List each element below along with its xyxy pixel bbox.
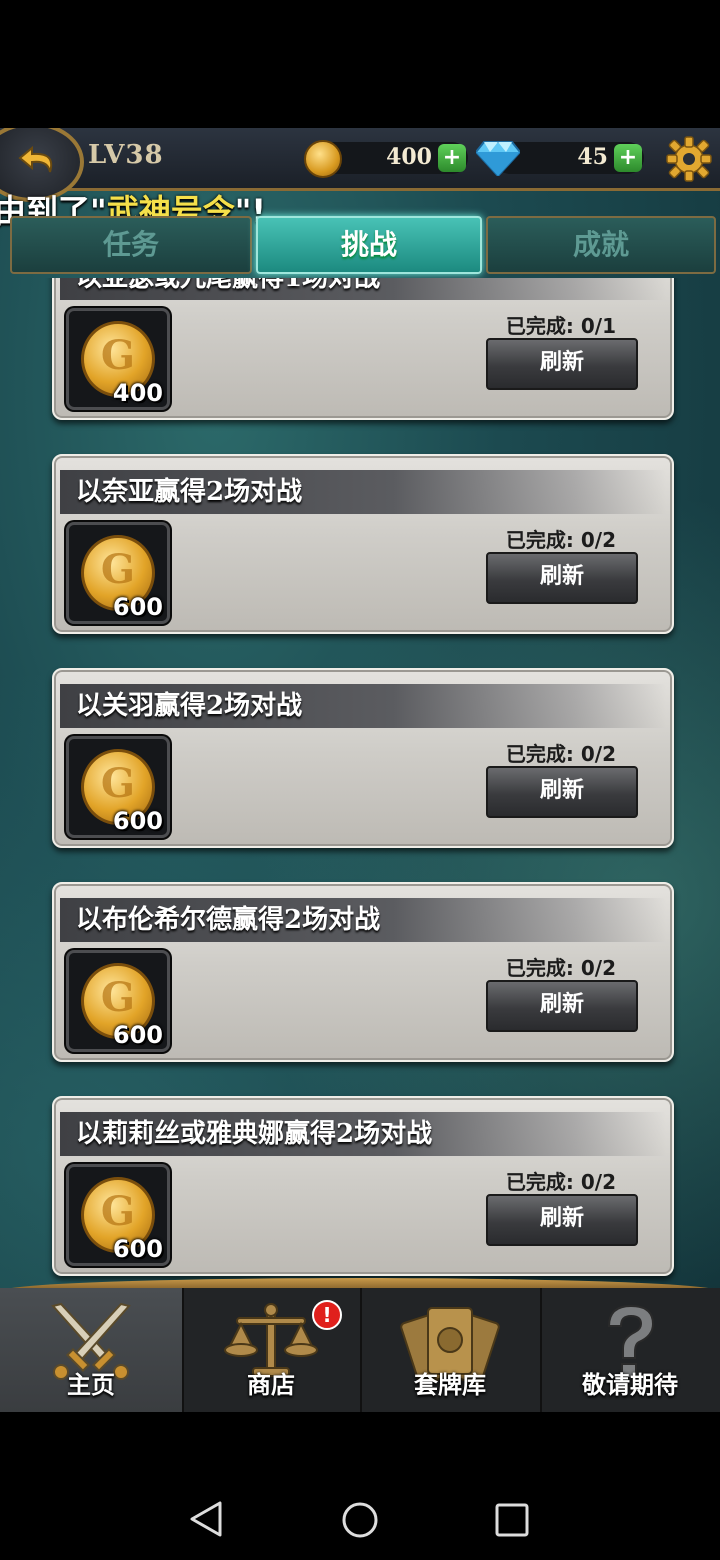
player-level: LV38	[88, 140, 164, 170]
nav-shop-label: 商店	[247, 1371, 295, 1399]
back-triangle-icon[interactable]	[188, 1500, 224, 1538]
nav-coming-soon-label: 敬请期待	[582, 1371, 678, 1399]
challenge-card: 以亚瑟或九尾赢得1场对战 400 已完成: 0/1 刷新	[52, 278, 674, 420]
tab-challenges[interactable]: 挑战	[256, 216, 482, 274]
nav-deck-label: 套牌库	[414, 1371, 486, 1399]
nav-home[interactable]: 主页	[0, 1288, 184, 1412]
challenge-card: 以莉莉丝或雅典娜赢得2场对战 600 已完成: 0/2 刷新	[52, 1096, 674, 1276]
nav-home-label: 主页	[67, 1371, 115, 1399]
challenge-card: 以关羽赢得2场对战 600 已完成: 0/2 刷新	[52, 668, 674, 848]
reward-amount: 600	[112, 593, 163, 621]
refresh-button[interactable]: 刷新	[486, 552, 638, 604]
nav-deck[interactable]: 套牌库	[360, 1288, 542, 1412]
reward-amount: 600	[112, 1021, 163, 1049]
challenge-card: 以布伦希尔德赢得2场对战 600 已完成: 0/2 刷新	[52, 882, 674, 1062]
challenge-title: 以布伦希尔德赢得2场对战	[60, 898, 666, 942]
reward-amount: 400	[112, 379, 163, 407]
reward-box: 600	[66, 522, 170, 624]
nav-shop[interactable]: ! 商店	[182, 1288, 362, 1412]
challenge-progress: 已完成: 0/1	[505, 314, 616, 338]
challenge-card: 以奈亚赢得2场对战 600 已完成: 0/2 刷新	[52, 454, 674, 634]
refresh-button[interactable]: 刷新	[486, 766, 638, 818]
challenge-progress: 已完成: 0/2	[505, 528, 616, 552]
reward-box: 600	[66, 1164, 170, 1266]
add-gold-button[interactable]: +	[438, 144, 466, 172]
home-circle-icon[interactable]	[340, 1500, 380, 1540]
reward-box: 600	[66, 736, 170, 838]
nav-coming-soon[interactable]: 敬请期待	[540, 1288, 720, 1412]
refresh-button[interactable]: 刷新	[486, 338, 638, 390]
challenge-title: 以莉莉丝或雅典娜赢得2场对战	[60, 1112, 666, 1156]
reward-box: 400	[66, 308, 170, 410]
tab-achievements[interactable]: 成就	[486, 216, 716, 274]
challenge-title: 以亚瑟或九尾赢得1场对战	[60, 278, 666, 300]
recents-square-icon[interactable]	[494, 1502, 530, 1538]
gold-coin-icon	[304, 140, 342, 178]
reward-box: 600	[66, 950, 170, 1052]
settings-gear-icon[interactable]	[666, 136, 712, 182]
gem-amount: 45	[577, 144, 608, 170]
refresh-button[interactable]: 刷新	[486, 1194, 638, 1246]
gold-amount: 400	[386, 144, 432, 170]
challenge-progress: 已完成: 0/2	[505, 742, 616, 766]
challenge-title: 以奈亚赢得2场对战	[60, 470, 666, 514]
reward-amount: 600	[112, 807, 163, 835]
challenge-progress: 已完成: 0/2	[505, 956, 616, 980]
back-arrow-icon	[18, 145, 53, 173]
challenge-progress: 已完成: 0/2	[505, 1170, 616, 1194]
system-nav-bar	[0, 1478, 720, 1560]
reward-amount: 600	[112, 1235, 163, 1263]
bottom-nav: 主页 ! 商店 套牌库 敬请期待	[0, 1288, 720, 1412]
challenge-list[interactable]: 以亚瑟或九尾赢得1场对战 400 已完成: 0/1 刷新 以奈亚赢得2场对战 6…	[0, 278, 720, 1286]
shop-alert-badge: !	[312, 1300, 342, 1330]
tab-tasks[interactable]: 任务	[10, 216, 252, 274]
top-bar: LV38 400 + 45 +	[0, 128, 720, 202]
add-gems-button[interactable]: +	[614, 144, 642, 172]
game-screen: LV38 400 + 45 + 由到了"武神号令"! 任务 挑战 成就 以亚瑟或…	[0, 128, 720, 1412]
challenge-title: 以关羽赢得2场对战	[60, 684, 666, 728]
refresh-button[interactable]: 刷新	[486, 980, 638, 1032]
diamond-icon	[476, 141, 520, 176]
